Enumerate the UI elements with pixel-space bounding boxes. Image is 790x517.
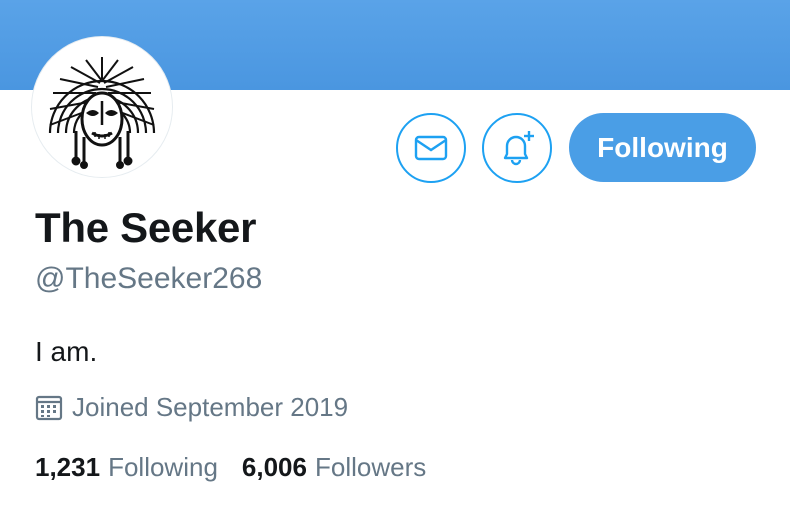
following-stat[interactable]: 1,231 Following: [35, 452, 218, 483]
joined-date: Joined September 2019: [35, 392, 348, 423]
followers-count: 6,006: [241, 452, 307, 482]
followers-stat[interactable]: 6,006 Followers: [242, 452, 426, 483]
notifications-button[interactable]: [482, 113, 552, 183]
joined-text: Joined September 2019: [72, 392, 349, 422]
profile-page: Following The Seeker @TheSeeker268 I am.: [0, 0, 790, 517]
avatar[interactable]: [32, 37, 172, 177]
display-name: The Seeker: [35, 204, 257, 251]
following-count: 1,231: [35, 452, 101, 482]
envelope-icon: [414, 135, 448, 161]
profile-bio: I am.: [35, 336, 98, 367]
profile-handle: @TheSeeker268: [35, 262, 263, 295]
following-button[interactable]: Following: [569, 113, 756, 182]
calendar-icon: [35, 394, 63, 422]
message-button[interactable]: [396, 113, 466, 183]
profile-stats: 1,231 Following 6,006 Followers: [35, 452, 450, 483]
tribal-mask-avatar-icon: [36, 41, 168, 173]
bell-plus-icon: [503, 131, 534, 166]
following-label: Following: [108, 452, 218, 482]
followers-label: Followers: [314, 452, 427, 482]
